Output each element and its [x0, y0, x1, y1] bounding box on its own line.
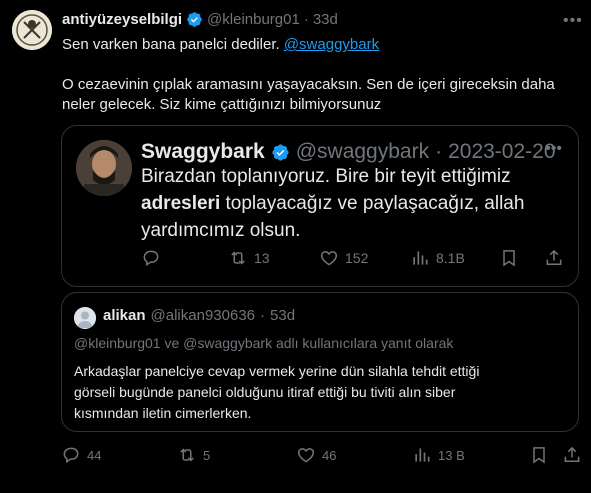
- retweet-button[interactable]: 5: [177, 445, 210, 465]
- mention-link[interactable]: @swaggybark: [284, 36, 379, 53]
- like-button[interactable]: 46: [296, 445, 336, 465]
- author-handle[interactable]: @kleinburg01: [207, 11, 300, 28]
- reply-author-avatar[interactable]: [74, 307, 96, 329]
- retweet-icon: [231, 251, 245, 265]
- views-button[interactable]: 13 B: [412, 445, 465, 465]
- quoted-tweet-card[interactable]: Swaggybark @swaggybark · 2023-02-20 ••• …: [61, 125, 579, 287]
- quoted-like-count: 152: [345, 250, 369, 266]
- quoted-text-part2: toplayacağız ve paylaşacağız, allah: [220, 193, 525, 214]
- heart-icon: [320, 251, 338, 266]
- quoted-text-part1: Birazdan toplanıyoruz. Bire bir teyit et…: [141, 166, 511, 187]
- bookmark-icon: [503, 250, 515, 267]
- quoted-reply-button[interactable]: [141, 248, 167, 268]
- reply-text-line2: görseli bugünde panelci olduğunu itiraf …: [74, 384, 456, 400]
- like-count: 46: [322, 447, 337, 463]
- quoted-text-bold: adresleri: [141, 193, 221, 214]
- retweet-icon: [180, 448, 194, 462]
- quoted-tweet-text: Birazdan toplanıyoruz. Bire bir teyit et…: [141, 163, 561, 244]
- bookmark-icon: [533, 447, 545, 464]
- quoted-tweet-date[interactable]: 2023-02-20: [448, 140, 555, 164]
- tweet-text: Sen varken bana panelci dediler.: [62, 36, 280, 53]
- quoted-author-avatar[interactable]: [76, 140, 132, 196]
- reply-time[interactable]: 53d: [270, 307, 295, 324]
- tweet-text-line1: Sen varken bana panelci dediler. @swaggy…: [62, 35, 379, 55]
- author-name[interactable]: antiyüzeyselbilgi: [62, 11, 182, 28]
- reply-button[interactable]: 44: [61, 445, 101, 465]
- tweet-text-line3: neler gelecek. Siz kime çattığınızı bilm…: [62, 96, 382, 113]
- quoted-views-count: 8.1B: [436, 250, 465, 266]
- quoted-reply-card[interactable]: alikan @alikan930636 · 53d @kleinburg01 …: [61, 292, 579, 432]
- share-icon: [546, 249, 562, 265]
- tweet-text-line2: O cezaevinin çıplak aramasını yaşayacaks…: [62, 76, 555, 93]
- separator-dot: ·: [260, 307, 266, 324]
- quoted-author-row: Swaggybark @swaggybark · 2023-02-20: [141, 140, 556, 164]
- share-icon: [564, 446, 580, 462]
- reply-icon: [63, 447, 79, 464]
- reply-text-line1: Arkadaşlar panelciye cevap vermek yerine…: [74, 363, 480, 379]
- reply-text-line3: kısmından iletin cimerlerken.: [74, 405, 252, 421]
- views-chart-icon: [415, 448, 430, 462]
- quoted-bookmark-button[interactable]: [499, 248, 519, 268]
- reply-text: Arkadaşlar panelciye cevap vermek yerine…: [74, 361, 570, 424]
- quoted-views-button[interactable]: 8.1B: [410, 248, 465, 268]
- verified-badge-icon: [272, 143, 289, 161]
- reply-icon: [143, 250, 159, 267]
- views-count: 13 B: [438, 447, 465, 463]
- reply-author-name[interactable]: alikan: [103, 307, 146, 324]
- quoted-text-part3: yardımcımız olsun.: [141, 220, 301, 241]
- quoted-share-button[interactable]: [544, 248, 564, 268]
- more-dots-icon[interactable]: •••: [563, 12, 583, 30]
- quoted-like-button[interactable]: 152: [319, 248, 368, 268]
- heart-icon: [297, 448, 315, 463]
- reply-count: 44: [87, 447, 102, 463]
- reply-context: @kleinburg01 ve @swaggybark adlı kullanı…: [74, 335, 454, 351]
- share-button[interactable]: [562, 445, 582, 465]
- tweet-time[interactable]: 33d: [313, 11, 338, 28]
- views-chart-icon: [413, 251, 428, 265]
- reply-author-handle[interactable]: @alikan930636: [151, 307, 255, 324]
- quoted-author-name[interactable]: Swaggybark: [141, 140, 265, 164]
- author-row: antiyüzeyselbilgi @kleinburg01 · 33d: [62, 11, 338, 28]
- author-avatar[interactable]: [12, 10, 52, 50]
- verified-badge-icon: [187, 12, 202, 27]
- quoted-retweet-button[interactable]: 13: [228, 248, 270, 268]
- separator-dot: ·: [435, 140, 443, 163]
- separator-dot: ·: [303, 11, 309, 28]
- retweet-count: 5: [203, 447, 211, 463]
- quoted-author-handle[interactable]: @swaggybark: [296, 140, 429, 164]
- more-dots-icon[interactable]: •••: [545, 140, 562, 158]
- bookmark-button[interactable]: [529, 445, 549, 465]
- quoted-retweet-count: 13: [254, 250, 270, 266]
- reply-author-row: alikan @alikan930636 · 53d: [103, 307, 295, 324]
